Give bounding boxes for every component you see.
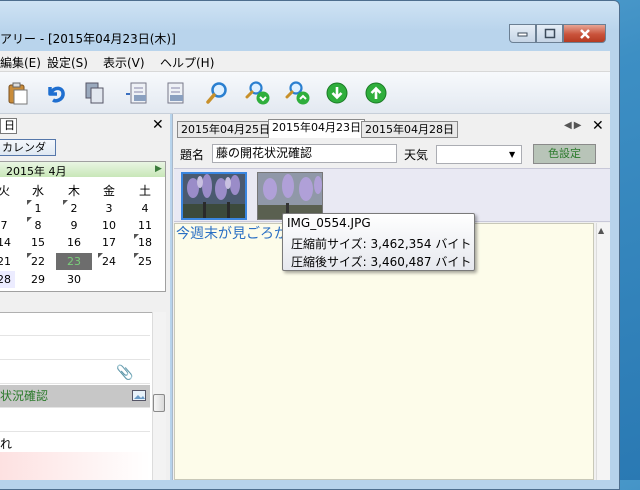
menu-edit[interactable]: 編集(E): [0, 54, 41, 71]
toolbar: [0, 72, 610, 114]
attachment-icon: 📎: [116, 365, 134, 381]
search-down-icon: [245, 81, 270, 105]
paste-icon: [8, 82, 28, 105]
wisteria-photo-icon: [183, 174, 245, 218]
undo-icon: [48, 86, 65, 103]
window-title: アリー - [2015年04月23日(木)]: [0, 32, 176, 46]
undo-button[interactable]: [43, 80, 69, 106]
weekday-thu: 木: [67, 184, 80, 198]
calendar-day[interactable]: 4: [134, 200, 156, 217]
chevron-down-icon[interactable]: ▼: [509, 146, 515, 163]
arrow-down-circle-icon: [326, 82, 348, 104]
calendar-day[interactable]: 29: [27, 271, 49, 288]
list-item[interactable]: [0, 313, 150, 336]
calendar-day[interactable]: 14: [0, 234, 15, 251]
tab-scroll-arrows-icon[interactable]: ◀▶: [564, 120, 583, 131]
tab-2015-04-28[interactable]: 2015年04月28日: [361, 121, 458, 138]
calendar-day-today[interactable]: 23: [56, 253, 92, 270]
calendar-month: 2015年 4月: [6, 165, 67, 178]
tab-2015-04-23[interactable]: 2015年04月23日: [268, 119, 365, 138]
calendar-day[interactable]: 25: [134, 253, 156, 270]
minimize-button[interactable]: [509, 24, 536, 43]
list-item-selected[interactable]: 状況確認: [0, 385, 150, 408]
weather-label: 天気: [404, 148, 429, 162]
weekday-tue: 火: [0, 184, 10, 198]
copy-icon: [85, 82, 104, 104]
color-settings-button[interactable]: 色設定: [533, 144, 596, 164]
tab-2015-04-25[interactable]: 2015年04月25日: [177, 121, 274, 138]
list-item[interactable]: [0, 337, 150, 360]
weekday-wed: 水: [31, 184, 44, 198]
photo-thumbnail[interactable]: [181, 172, 247, 220]
search-up-button[interactable]: [285, 80, 311, 106]
calendar-day[interactable]: 30: [63, 271, 85, 288]
calendar-day[interactable]: 22: [27, 253, 49, 270]
calendar-day[interactable]: 18: [134, 234, 156, 251]
export-icon: [167, 82, 184, 104]
calendar-day[interactable]: 10: [98, 217, 120, 234]
calendar-day[interactable]: 1: [27, 200, 49, 217]
import-icon: [126, 82, 147, 104]
close-left-pane-icon[interactable]: ✕: [152, 117, 164, 133]
calendar-day[interactable]: 2: [63, 200, 85, 217]
close-icon: [579, 28, 590, 39]
next-up-button[interactable]: [363, 80, 389, 106]
tooltip-size-before: 圧縮前サイズ: 3,462,354 バイト: [291, 237, 472, 251]
calendar-day[interactable]: 11: [134, 217, 156, 234]
calendar-next-icon[interactable]: ▶: [155, 164, 162, 174]
calendar-day[interactable]: 16: [63, 234, 85, 251]
menu-settings[interactable]: 設定(S): [47, 54, 88, 71]
weekday-sat: 土: [138, 184, 151, 198]
diary-text: 今週末が見ごろかな: [176, 226, 284, 242]
subject-label: 題名: [180, 148, 205, 162]
weekday-fri: 金: [102, 184, 115, 198]
import-button[interactable]: [124, 80, 150, 106]
search-up-icon: [285, 81, 310, 105]
calendar-day[interactable]: 3: [98, 200, 120, 217]
menu-help[interactable]: ヘルプ(H): [160, 54, 214, 71]
calendar-day[interactable]: 8: [27, 217, 49, 234]
subject-input[interactable]: 藤の開花状況確認: [212, 144, 397, 163]
close-tab-icon[interactable]: ✕: [592, 118, 604, 134]
calendar-day[interactable]: 9: [63, 217, 85, 234]
tooltip-filename: IMG_0554.JPG: [287, 216, 371, 230]
tab-day[interactable]: 日: [0, 118, 17, 134]
calendar-button[interactable]: カレンダ: [0, 139, 56, 156]
menubar: 編集(E) 設定(S) 表示(V) ヘルプ(H): [0, 51, 610, 72]
image-icon: [132, 390, 146, 401]
paste-button[interactable]: [5, 80, 31, 106]
next-down-button[interactable]: [324, 80, 350, 106]
copy-button[interactable]: [82, 80, 108, 106]
list-item-label: れ: [0, 437, 13, 451]
list-item[interactable]: [0, 452, 150, 480]
calendar-day[interactable]: 28: [0, 271, 15, 288]
maximize-icon: [544, 28, 555, 39]
calendar-day[interactable]: 7: [0, 217, 15, 234]
scroll-up-icon[interactable]: ▲: [598, 226, 604, 235]
tooltip-size-after: 圧縮後サイズ: 3,460,487 バイト: [291, 255, 472, 269]
search-button[interactable]: [204, 80, 230, 106]
list-scrollbar-thumb[interactable]: [153, 394, 165, 412]
close-window-button[interactable]: [563, 24, 606, 43]
list-item[interactable]: [0, 409, 150, 432]
search-down-button[interactable]: [245, 80, 271, 106]
search-icon: [206, 82, 227, 104]
maximize-button[interactable]: [536, 24, 563, 43]
list-item-label: 状況確認: [0, 389, 49, 403]
menu-view[interactable]: 表示(V): [103, 54, 145, 71]
editor-scrollbar[interactable]: [596, 223, 610, 480]
arrow-up-circle-icon: [365, 82, 387, 104]
calendar-day[interactable]: 24: [98, 253, 120, 270]
calendar-day[interactable]: 15: [27, 234, 49, 251]
calendar-day[interactable]: 21: [0, 253, 15, 270]
list-item[interactable]: 📎: [0, 361, 150, 384]
export-button[interactable]: [163, 80, 189, 106]
minimize-icon: [517, 32, 527, 36]
calendar-day[interactable]: 17: [98, 234, 120, 251]
